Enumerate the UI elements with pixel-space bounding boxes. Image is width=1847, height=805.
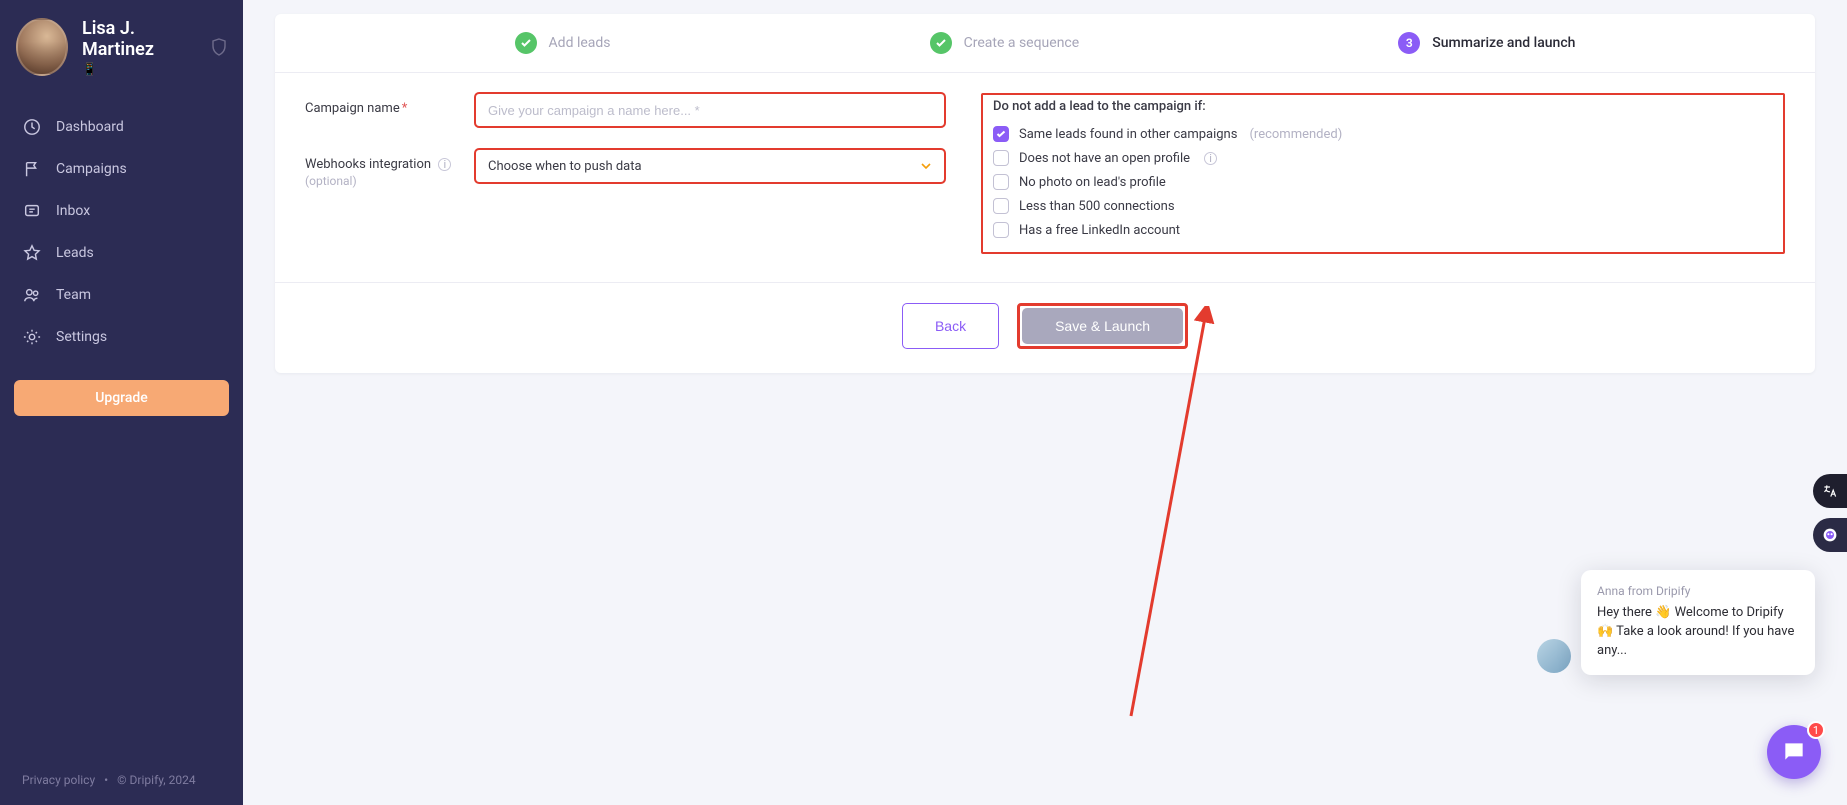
filter-label: Has a free LinkedIn account	[1019, 223, 1180, 238]
filter-label: Does not have an open profile	[1019, 151, 1190, 166]
sidebar-nav: Dashboard Campaigns Inbox Leads	[0, 98, 243, 366]
webhooks-select[interactable]: Choose when to push data	[475, 149, 945, 183]
inbox-icon	[22, 201, 42, 221]
info-icon[interactable]: i	[438, 158, 451, 171]
copyright: © Dripify, 2024	[117, 773, 195, 787]
profile-name: Lisa J. Martinez	[82, 18, 197, 60]
campaign-name-field: Campaign name*	[305, 93, 945, 127]
campaign-name-label: Campaign name*	[305, 93, 455, 116]
step-label: Add leads	[549, 35, 611, 51]
sidebar-item-leads[interactable]: Leads	[0, 232, 243, 274]
avatar[interactable]	[16, 18, 68, 76]
privacy-link[interactable]: Privacy policy	[22, 773, 95, 787]
step-label: Summarize and launch	[1432, 35, 1575, 51]
action-row: Back Save & Launch	[275, 283, 1815, 373]
filter-label: Same leads found in other campaigns	[1019, 127, 1237, 142]
filter-open-profile[interactable]: Does not have an open profile i	[993, 146, 1773, 170]
lead-filters-panel: Do not add a lead to the campaign if: Sa…	[981, 93, 1785, 254]
step-create-sequence[interactable]: Create a sequence	[930, 32, 1080, 54]
back-button[interactable]: Back	[902, 303, 999, 349]
webhooks-select-value: Choose when to push data	[488, 159, 642, 174]
chevron-down-icon	[920, 160, 932, 172]
webhooks-field: Webhooks integration i (optional) Choose…	[305, 149, 945, 188]
step-summarize-launch[interactable]: 3 Summarize and launch	[1398, 32, 1575, 54]
sidebar: Lisa J. Martinez 📱 Dashboard Campaigns	[0, 0, 243, 805]
sidebar-item-label: Campaigns	[56, 161, 127, 177]
filter-same-leads[interactable]: Same leads found in other campaigns (rec…	[993, 122, 1773, 146]
flag-icon	[22, 159, 42, 179]
checkbox-icon[interactable]	[993, 126, 1009, 142]
filter-label: Less than 500 connections	[1019, 199, 1175, 214]
filters-heading: Do not add a lead to the campaign if:	[993, 99, 1773, 114]
save-launch-button[interactable]: Save & Launch	[1022, 308, 1183, 344]
filter-label: No photo on lead's profile	[1019, 175, 1166, 190]
sidebar-item-label: Settings	[56, 329, 107, 345]
sidebar-item-label: Team	[56, 287, 91, 303]
filter-no-photo[interactable]: No photo on lead's profile	[993, 170, 1773, 194]
upgrade-button[interactable]: Upgrade	[14, 380, 229, 416]
star-icon	[22, 243, 42, 263]
side-fabs	[1813, 474, 1847, 552]
recommended-label: (recommended)	[1249, 127, 1342, 142]
check-icon	[930, 32, 952, 54]
gear-icon	[22, 327, 42, 347]
campaign-name-input[interactable]	[488, 103, 932, 118]
launch-highlight: Save & Launch	[1017, 303, 1188, 349]
chat-message: Hey there 👋 Welcome to Dripify 🙌 Take a …	[1597, 604, 1799, 661]
step-number: 3	[1398, 32, 1420, 54]
sidebar-item-inbox[interactable]: Inbox	[0, 190, 243, 232]
form-area: Campaign name* Webhooks integration i (o…	[275, 73, 1815, 283]
campaign-card: Add leads Create a sequence 3 Summarize …	[275, 14, 1815, 373]
filter-free-account[interactable]: Has a free LinkedIn account	[993, 218, 1773, 242]
checkbox-icon[interactable]	[993, 198, 1009, 214]
sidebar-item-label: Leads	[56, 245, 94, 261]
chat-from: Anna from Dripify	[1597, 584, 1799, 598]
sidebar-item-team[interactable]: Team	[0, 274, 243, 316]
sidebar-footer: Privacy policy • © Dripify, 2024	[0, 773, 243, 787]
clock-icon	[22, 117, 42, 137]
chat-agent-avatar	[1537, 639, 1571, 673]
step-label: Create a sequence	[964, 35, 1080, 51]
shield-icon	[211, 38, 227, 56]
sidebar-item-settings[interactable]: Settings	[0, 316, 243, 358]
check-icon	[515, 32, 537, 54]
chat-launcher[interactable]: 1	[1767, 725, 1821, 779]
sidebar-item-dashboard[interactable]: Dashboard	[0, 106, 243, 148]
translate-fab[interactable]	[1813, 474, 1847, 508]
sidebar-item-label: Inbox	[56, 203, 90, 219]
info-icon[interactable]: i	[1204, 152, 1217, 165]
profile-block: Lisa J. Martinez 📱	[0, 0, 243, 98]
sidebar-item-campaigns[interactable]: Campaigns	[0, 148, 243, 190]
team-icon	[22, 285, 42, 305]
chat-badge: 1	[1807, 721, 1825, 739]
main-content: Add leads Create a sequence 3 Summarize …	[243, 0, 1847, 805]
filter-connections[interactable]: Less than 500 connections	[993, 194, 1773, 218]
stepper: Add leads Create a sequence 3 Summarize …	[275, 14, 1815, 73]
chat-popup[interactable]: Anna from Dripify Hey there 👋 Welcome to…	[1581, 570, 1815, 675]
checkbox-icon[interactable]	[993, 150, 1009, 166]
checkbox-icon[interactable]	[993, 174, 1009, 190]
profile-subtitle: 📱	[82, 62, 197, 76]
campaign-name-input-wrapper	[475, 93, 945, 127]
help-fab[interactable]	[1813, 518, 1847, 552]
sidebar-item-label: Dashboard	[56, 119, 124, 135]
webhooks-label: Webhooks integration i (optional)	[305, 149, 455, 188]
checkbox-icon[interactable]	[993, 222, 1009, 238]
step-add-leads[interactable]: Add leads	[515, 32, 611, 54]
